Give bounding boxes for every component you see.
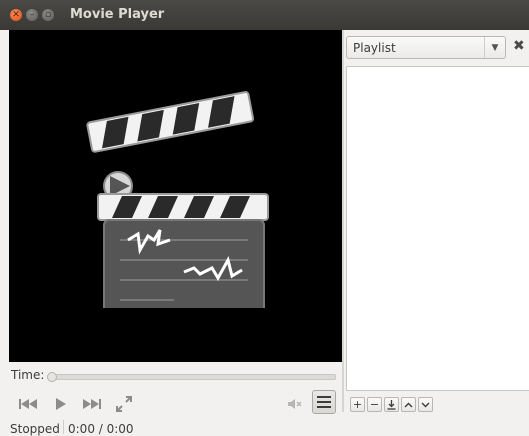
fullscreen-icon	[116, 396, 132, 412]
play-button[interactable]	[50, 393, 72, 415]
plus-icon: +	[352, 398, 363, 411]
previous-button[interactable]	[16, 393, 40, 415]
video-area[interactable]	[9, 30, 342, 362]
sidebar-selector-value: Playlist	[353, 41, 396, 55]
maximize-window-button[interactable]: ▫	[42, 9, 54, 21]
close-icon: ✖	[513, 38, 525, 54]
skip-forward-icon	[83, 399, 101, 409]
status-time: 0:00 / 0:00	[68, 422, 134, 436]
window-title: Movie Player	[70, 7, 165, 22]
minimize-window-button[interactable]: –	[26, 9, 38, 21]
clapperboard-icon	[86, 91, 269, 308]
playlist-list[interactable]	[346, 66, 529, 391]
chevron-down-icon	[421, 402, 430, 407]
next-button[interactable]	[80, 393, 104, 415]
add-button[interactable]: +	[350, 397, 365, 412]
skip-back-icon	[19, 399, 37, 409]
seek-handle[interactable]	[47, 372, 57, 382]
title-bar: ✕ – ▫ Movie Player	[0, 0, 529, 30]
save-icon	[387, 399, 396, 410]
menu-icon	[317, 396, 331, 408]
maximize-icon: ▫	[44, 9, 52, 20]
time-label: Time:	[11, 368, 45, 382]
move-down-button[interactable]	[418, 397, 433, 412]
save-button[interactable]	[384, 397, 399, 412]
sidebar-selector[interactable]: Playlist ▼	[346, 36, 506, 59]
status-text: Stopped	[10, 422, 60, 436]
seek-slider[interactable]	[47, 372, 336, 382]
status-divider	[63, 420, 64, 434]
move-up-button[interactable]	[401, 397, 416, 412]
menu-button[interactable]	[312, 390, 336, 414]
minimize-icon: –	[29, 9, 35, 20]
volume-button[interactable]	[285, 393, 305, 415]
close-sidebar-button[interactable]: ✖	[513, 38, 525, 54]
volume-muted-icon	[288, 399, 302, 409]
close-icon: ✕	[12, 9, 20, 20]
play-icon	[56, 398, 66, 410]
playlist-toolbar: + −	[350, 397, 435, 412]
fullscreen-button[interactable]	[113, 393, 135, 415]
chevron-down-icon: ▼	[484, 37, 505, 58]
minus-icon: −	[369, 398, 380, 411]
chevron-up-icon	[404, 402, 413, 407]
close-window-button[interactable]: ✕	[10, 9, 22, 21]
pane-divider[interactable]	[342, 30, 344, 412]
remove-button[interactable]: −	[367, 397, 382, 412]
